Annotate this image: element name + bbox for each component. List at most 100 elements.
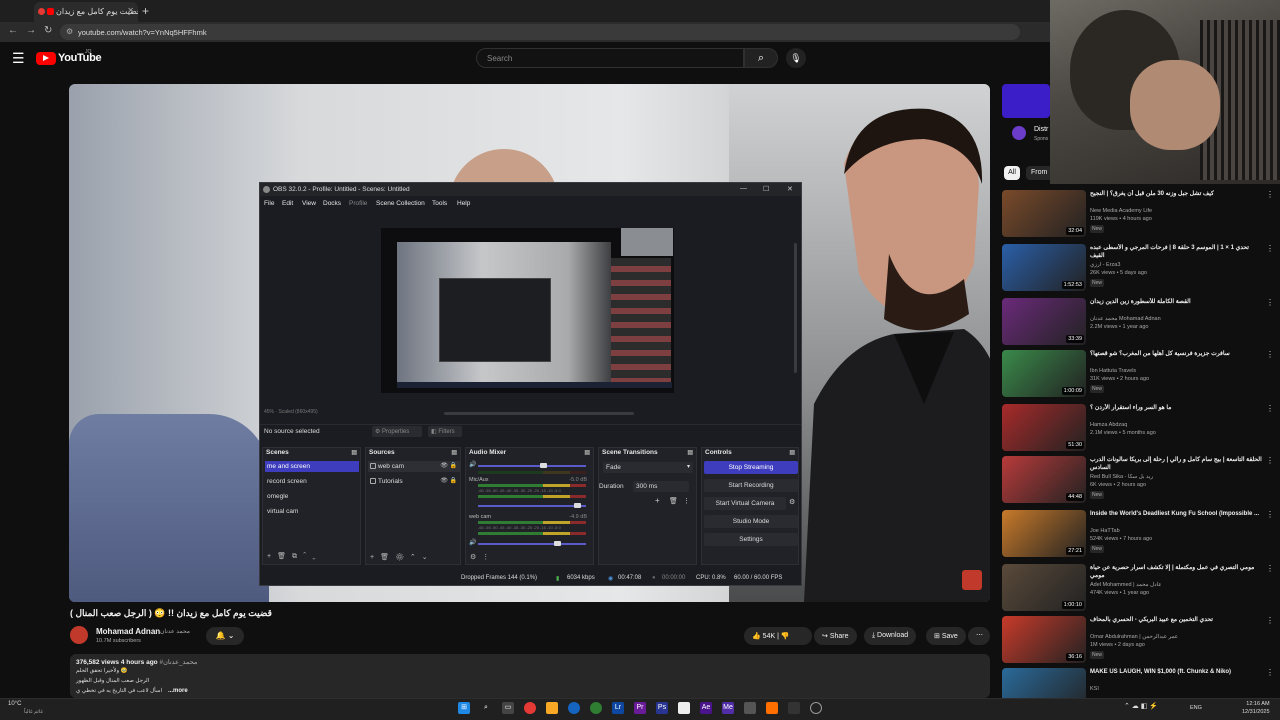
weather-temp[interactable]: 10°C [8,701,21,707]
recommendation-channel[interactable]: KSI [1090,686,1099,692]
recommendation-channel[interactable]: Hamza Abdzaq [1090,422,1127,428]
scene-item[interactable]: record screen [265,476,359,487]
slider-knob[interactable] [540,463,547,468]
reload-icon[interactable]: ↻ [44,25,52,36]
app-icon[interactable] [744,702,756,714]
recommendation-channel[interactable]: ارزي - Erza3 [1090,262,1120,268]
lightroom-icon[interactable]: Lr [612,702,624,714]
thumbnail[interactable]: 1:00:10 [1002,564,1086,611]
hashtag[interactable]: #محمد_عدنان [159,659,197,666]
ad-title[interactable]: Distr [1034,126,1048,133]
obs-preview[interactable] [381,228,674,393]
document-icon[interactable] [678,702,690,714]
dock-options-icon[interactable]: ▤ [687,449,693,456]
close-tab-icon[interactable]: ✕ [127,6,134,15]
speaker-icon[interactable]: 🔊 [469,539,476,546]
recommendation-item[interactable]: 1:00:09 سافرت جزيرة فرنسية كل أهلها من ال… [1002,350,1274,402]
studio-mode-button[interactable]: Studio Mode [704,515,798,528]
recommendation-title[interactable]: القصة الكاملة للأسطورة زين الدين زيدان [1090,298,1262,306]
scenes-toolbar[interactable]: +🗑⧉⌃⌄ [267,552,322,561]
dock-options-icon[interactable]: ▤ [351,449,357,456]
scene-item[interactable]: omegle [265,491,359,502]
mixer-toolbar[interactable]: ⚙⋮ [470,553,495,561]
obs-window[interactable]: OBS 32.0.2 - Profile: Untitled - Scenes:… [259,182,802,586]
maximize-icon[interactable]: ☐ [763,185,769,193]
capcut-icon[interactable] [788,702,800,714]
speaker-icon[interactable]: 🔊 [469,461,476,468]
remove-transition-icon[interactable]: 🗑 [669,497,678,505]
dock-options-icon[interactable]: ▤ [584,449,590,456]
start-recording-button[interactable]: Start Recording [704,479,798,492]
address-bar[interactable]: ⚙ youtube.com/watch?v=YnNq5HFFhmk [60,24,1020,40]
recommendation-channel[interactable]: Joe HaTTab [1090,528,1120,534]
stop-streaming-button[interactable]: Stop Streaming [704,461,798,474]
recommendation-title[interactable]: Inside the World's Deadliest Kung Fu Sch… [1090,510,1262,518]
recommendation-item[interactable]: 32:04 كيف تشل جبل وزنه 30 ملن قبل أن يغرق… [1002,190,1274,242]
browser-tab[interactable]: قضيت يوم كامل مع زيدان !! ✕ [34,2,138,22]
recommendation-item[interactable]: 1:00:10 مومي التصري في عمل ومكتملة | إلا … [1002,564,1274,616]
obs-menu-file[interactable]: File [264,200,274,207]
obs-menu-help[interactable]: Help [457,200,470,207]
duration-input[interactable]: 300 ms [633,481,689,492]
recommendation-title[interactable]: الحلقة التاسعة | بيج سام كامل و رالي | ر… [1090,456,1262,472]
more-options-icon[interactable]: ⋮ [683,497,690,505]
thumbnail[interactable]: 32:04 [1002,190,1086,237]
properties-button[interactable]: ⚙ Properties [372,426,422,437]
file-explorer-icon[interactable] [546,702,558,714]
share-button[interactable]: ↪ Share [814,627,857,645]
virtual-camera-settings-icon[interactable]: ⚙ [789,498,795,506]
obs-menu-docks[interactable]: Docks [323,200,341,207]
more-options-icon[interactable]: ⋮ [1266,190,1274,199]
source-item[interactable]: web cam 👁 🔒 [368,461,460,472]
chip-all[interactable]: All [1004,166,1020,180]
ad-logo-icon[interactable] [1012,126,1026,140]
dock-options-icon[interactable]: ▤ [789,449,795,456]
more-options-icon[interactable]: ⋮ [1266,404,1274,413]
recommendation-item[interactable]: 51:30 ما هو السر وراء استقرار الأردن ؟ Ham… [1002,404,1274,456]
chrome-icon[interactable] [524,702,536,714]
new-tab-icon[interactable]: + [142,4,149,18]
site-info-icon[interactable]: ⚙ [66,27,73,36]
recommendation-item[interactable]: 36:16 تحدي التخمين مع عبيد البريكي - الحس… [1002,616,1274,668]
back-icon[interactable]: ← [8,25,18,36]
system-tray-icons[interactable]: ⌃ ☁ ◧ ⚡ [1124,702,1158,710]
youtube-logo-icon[interactable] [36,52,56,65]
scene-item[interactable]: virtual cam [265,506,359,517]
obs-menu-edit[interactable]: Edit [282,200,293,207]
thumbnail[interactable]: 51:30 [1002,404,1086,451]
lock-icon[interactable]: 🔒 [450,477,457,484]
search-icon[interactable]: ⌕ [744,48,778,68]
volume-slider[interactable] [478,463,586,468]
ad-banner[interactable] [1002,84,1050,118]
thumbnail[interactable]: 36:16 [1002,616,1086,663]
edge-icon[interactable] [568,702,580,714]
recommendation-title[interactable]: ما هو السر وراء استقرار الأردن ؟ [1090,404,1262,412]
start-virtual-camera-button[interactable]: Start Virtual Camera [704,497,786,510]
recommendation-item[interactable]: 27:21 Inside the World's Deadliest Kung F… [1002,510,1274,562]
thumbnail[interactable]: 44:48 [1002,456,1086,503]
more-options-icon[interactable]: ⋮ [1266,510,1274,519]
premiere-icon[interactable]: Pr [634,702,646,714]
settings-button[interactable]: Settings [704,533,798,546]
download-button[interactable]: ⤓ Download [864,627,917,645]
obs-taskbar-icon[interactable] [810,702,822,714]
preview-vertical-scrollbar[interactable] [794,243,797,373]
obs-menu-view[interactable]: View [302,200,316,207]
recommendation-title[interactable]: تحدي 1 × 1 | الموسم 3 حلقة 8 | فرحات الم… [1090,244,1262,260]
visibility-eye-icon[interactable]: 👁 [440,477,448,484]
thumbnail[interactable]: 33:39 [1002,298,1086,345]
recommendation-title[interactable]: سافرت جزيرة فرنسية كل أهلها من المغرب؟ ش… [1090,350,1262,358]
show-more-link[interactable]: ...more [168,688,188,694]
more-options-icon[interactable]: ⋮ [1266,350,1274,359]
after-effects-icon[interactable]: Ae [700,702,712,714]
thumbnail[interactable]: 1:52:53 [1002,244,1086,291]
start-icon[interactable]: ⊞ [458,702,470,714]
recommendation-title[interactable]: كيف تشل جبل وزنه 30 ملن قبل أن يغرق؟ | ا… [1090,190,1262,198]
microphone-icon[interactable]: 🎙 [786,48,806,68]
task-view-icon[interactable]: ▭ [502,702,514,714]
volume-slider[interactable] [478,541,586,546]
volume-slider[interactable] [478,503,586,508]
slider-knob[interactable] [574,503,581,508]
slider-knob[interactable] [554,541,561,546]
sources-toolbar[interactable]: +🗑⚙⌃⌄ [370,553,434,561]
